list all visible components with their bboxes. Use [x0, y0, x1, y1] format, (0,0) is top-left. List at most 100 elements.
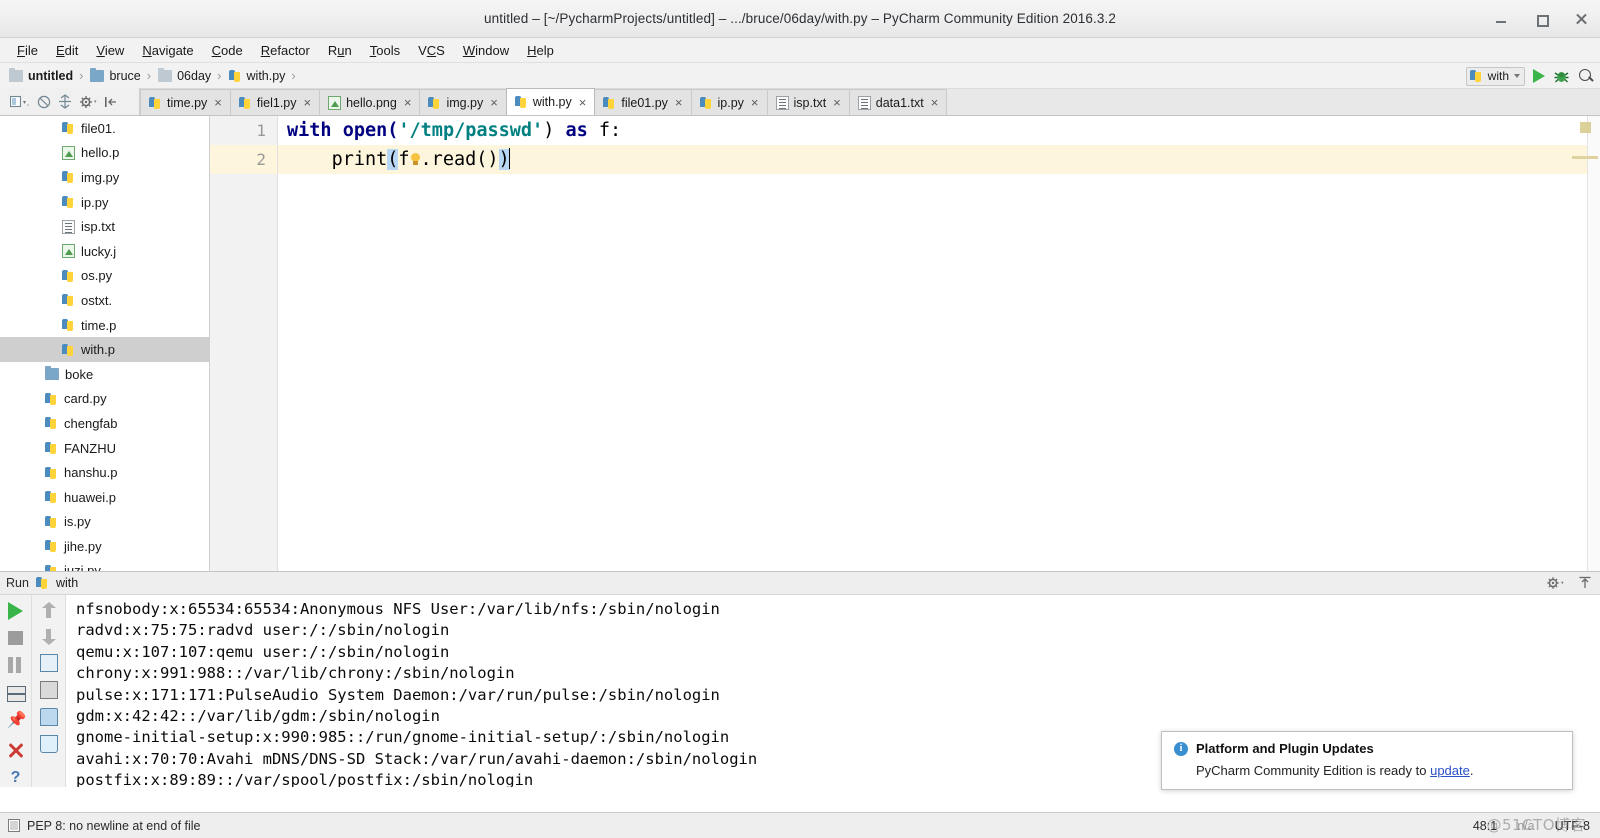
tree-item-chengfab[interactable]: chengfab	[0, 411, 209, 436]
tab-close-icon[interactable]: ×	[404, 96, 412, 109]
hide-panel-icon[interactable]	[104, 95, 118, 109]
menu-refactor[interactable]: Refactor	[252, 41, 319, 60]
run-button[interactable]	[1533, 69, 1545, 83]
menu-edit[interactable]: Edit	[47, 41, 87, 60]
stop-icon[interactable]	[8, 631, 23, 646]
tab-close-icon[interactable]: ×	[304, 96, 312, 109]
code-line-2[interactable]: print(f .read())	[278, 145, 1600, 174]
soft-wrap-icon[interactable]	[39, 654, 58, 672]
debug-icon[interactable]	[1553, 68, 1570, 85]
hide-panel-icon[interactable]	[1578, 576, 1592, 590]
run-configuration-selector[interactable]: with	[1465, 66, 1525, 86]
editor-tab-with-py[interactable]: with.py ×	[505, 88, 596, 115]
tree-item-boke[interactable]: boke	[0, 362, 209, 387]
warning-stripe-marker[interactable]	[1572, 156, 1598, 159]
scroll-down-icon[interactable]	[41, 628, 56, 645]
pause-icon[interactable]	[7, 656, 25, 674]
clear-all-icon[interactable]	[39, 735, 58, 753]
menu-code[interactable]: Code	[203, 41, 252, 60]
tab-close-icon[interactable]: ×	[579, 96, 587, 109]
tree-item-ostxt[interactable]: ostxt.	[0, 288, 209, 313]
title-bar: untitled – [~/PycharmProjects/untitled] …	[0, 0, 1600, 38]
tab-close-icon[interactable]: ×	[214, 96, 222, 109]
menu-vcs[interactable]: VCS	[409, 41, 454, 60]
editor-tab-ip-py[interactable]: ip.py ×	[690, 89, 768, 115]
collapse-all-icon[interactable]	[37, 95, 51, 109]
tree-item-juzi[interactable]: juzi.py	[0, 559, 209, 571]
expand-all-icon[interactable]	[58, 93, 72, 110]
maximize-icon[interactable]	[1534, 12, 1549, 27]
inspection-status-icon[interactable]	[8, 819, 20, 832]
editor-tab-img-py[interactable]: img.py ×	[419, 89, 507, 115]
breadcrumb-item-bruce[interactable]: bruce	[88, 67, 142, 83]
console-line: radvd:x:75:75:radvd user:/:/sbin/nologin	[76, 621, 450, 640]
tree-item-lucky[interactable]: lucky.j	[0, 239, 209, 264]
editor-tab-hello-png[interactable]: hello.png ×	[319, 89, 421, 115]
python-file-icon	[45, 392, 58, 406]
line-separator[interactable]: n/a	[1517, 819, 1534, 833]
editor-tab-isp-txt[interactable]: isp.txt ×	[766, 89, 850, 115]
scroll-up-icon[interactable]	[41, 602, 56, 619]
code-text-area[interactable]: with open('/tmp/passwd') as f: print(f .r…	[278, 116, 1600, 571]
tree-item-jihe[interactable]: jihe.py	[0, 534, 209, 559]
code-line-1[interactable]: with open('/tmp/passwd') as f:	[278, 116, 1600, 145]
notification-popup[interactable]: i Platform and Plugin Updates PyCharm Co…	[1161, 731, 1573, 790]
settings-gear-icon[interactable]	[79, 95, 97, 109]
minimize-icon[interactable]	[1494, 12, 1508, 26]
code-editor[interactable]: 1 2 with open('/tmp/passwd') as f: print…	[210, 116, 1600, 571]
project-toolbar	[0, 88, 140, 115]
tree-item-with[interactable]: with.p	[0, 337, 209, 362]
menu-run[interactable]: Run	[319, 41, 361, 60]
search-everywhere-icon[interactable]	[1578, 68, 1594, 84]
menu-file[interactable]: File	[8, 41, 47, 60]
tab-close-icon[interactable]: ×	[833, 96, 841, 109]
rerun-icon[interactable]	[8, 602, 23, 620]
help-icon[interactable]: ?	[7, 769, 25, 787]
tab-close-icon[interactable]: ×	[751, 96, 759, 109]
close-icon[interactable]	[1574, 12, 1588, 26]
tree-item-isp[interactable]: isp.txt	[0, 214, 209, 239]
menu-help[interactable]: Help	[518, 41, 563, 60]
menu-window[interactable]: Window	[454, 41, 518, 60]
tree-item-time[interactable]: time.p	[0, 313, 209, 338]
tree-item-ip[interactable]: ip.py	[0, 190, 209, 215]
tree-item-file01[interactable]: file01.	[0, 116, 209, 141]
tree-item-hello[interactable]: hello.p	[0, 141, 209, 166]
inspection-marker[interactable]	[1580, 122, 1591, 133]
caret-position[interactable]: 48:1	[1473, 819, 1497, 833]
print-icon[interactable]	[39, 708, 58, 726]
tree-item-fanzhu[interactable]: FANZHU	[0, 436, 209, 461]
tree-item-os[interactable]: os.py	[0, 264, 209, 289]
tree-item-label: card.py	[64, 391, 107, 407]
breadcrumb-item-withpy[interactable]: with.py	[227, 69, 288, 83]
editor-tab-data1-txt[interactable]: data1.txt ×	[848, 89, 948, 115]
update-link[interactable]: update	[1430, 763, 1470, 778]
file-encoding[interactable]: UTF-8	[1555, 819, 1590, 833]
intention-bulb-icon[interactable]	[410, 153, 421, 167]
tab-close-icon[interactable]: ×	[931, 96, 939, 109]
tree-item-card[interactable]: card.py	[0, 387, 209, 412]
menu-view[interactable]: View	[87, 41, 133, 60]
pin-tab-icon[interactable]: 📌	[7, 712, 27, 730]
project-view-selector-icon[interactable]	[10, 95, 30, 109]
breadcrumb-item-untitled[interactable]: untitled	[7, 67, 75, 83]
tree-item-hanshu[interactable]: hanshu.p	[0, 460, 209, 485]
close-icon[interactable]	[7, 741, 25, 758]
tab-close-icon[interactable]: ×	[490, 96, 498, 109]
tab-close-icon[interactable]: ×	[675, 96, 683, 109]
editor-scrollbar[interactable]	[1580, 116, 1600, 571]
breadcrumb-item-06day[interactable]: 06day	[156, 67, 213, 83]
scroll-to-end-icon[interactable]	[39, 681, 58, 699]
tree-item-img[interactable]: img.py	[0, 165, 209, 190]
editor-tab-file01-py[interactable]: file01.py ×	[594, 89, 692, 115]
tree-item-is[interactable]: is.py	[0, 510, 209, 535]
folder-blue-icon	[45, 366, 59, 381]
tree-item-huawei[interactable]: huawei.p	[0, 485, 209, 510]
editor-tab-time-py[interactable]: time.py ×	[140, 89, 231, 115]
menu-tools[interactable]: Tools	[361, 41, 409, 60]
menu-navigate[interactable]: Navigate	[133, 41, 202, 60]
settings-gear-icon[interactable]	[1546, 576, 1564, 590]
editor-tab-fiel1-py[interactable]: fiel1.py ×	[229, 89, 321, 115]
restore-layout-icon[interactable]	[6, 684, 26, 703]
